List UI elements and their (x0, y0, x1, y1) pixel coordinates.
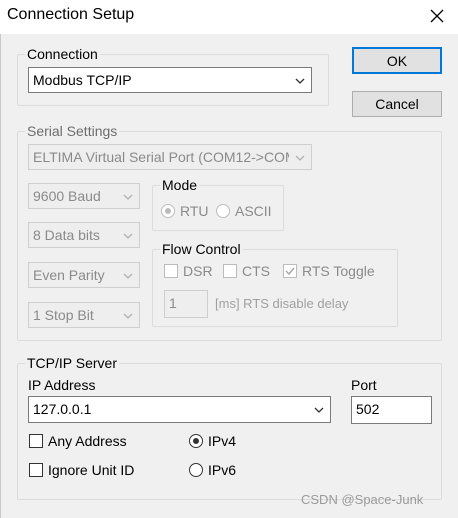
baud-rate-select[interactable]: 9600 Baud (28, 183, 140, 209)
stop-bits-select[interactable]: 1 Stop Bit (28, 302, 140, 328)
rtu-label: RTU (180, 203, 209, 219)
baud-rate-value: 9600 Baud (33, 188, 101, 204)
chevron-down-icon (123, 233, 133, 239)
close-button[interactable] (424, 3, 450, 29)
data-bits-select[interactable]: 8 Data bits (28, 222, 140, 248)
cancel-button-label: Cancel (375, 96, 419, 112)
rts-delay-input[interactable]: 1 (164, 290, 208, 318)
mode-legend: Mode (162, 177, 198, 193)
connection-type-value: Modbus TCP/IP (33, 72, 132, 88)
serial-port-select[interactable]: ELTIMA Virtual Serial Port (COM12->COM9 (28, 144, 312, 170)
cts-label: CTS (242, 263, 270, 279)
ascii-label: ASCII (235, 203, 272, 219)
ipv4-radio[interactable] (189, 434, 203, 448)
connection-legend: Connection (27, 46, 98, 62)
watermark-text: CSDN @Space-Junk (301, 492, 424, 507)
data-bits-value: 8 Data bits (33, 227, 100, 243)
ok-button[interactable]: OK (352, 47, 442, 74)
connection-type-select[interactable]: Modbus TCP/IP (28, 67, 312, 93)
ipv4-label: IPv4 (208, 433, 237, 449)
close-icon (430, 9, 444, 23)
cts-checkbox[interactable] (223, 264, 237, 278)
ignore-unit-id-label: Ignore Unit ID (48, 462, 135, 478)
parity-value: Even Parity (33, 267, 105, 283)
rtu-radio[interactable] (161, 204, 175, 218)
ok-button-label: OK (386, 52, 408, 69)
window-title: Connection Setup (7, 6, 135, 23)
chevron-down-icon (123, 273, 133, 279)
ignore-unit-id-checkbox[interactable] (29, 463, 43, 477)
chevron-down-icon (123, 194, 133, 200)
chevron-down-icon (314, 407, 324, 413)
rts-delay-label: [ms] RTS disable delay (215, 296, 349, 311)
dsr-checkbox[interactable] (164, 264, 178, 278)
dsr-label: DSR (183, 263, 213, 279)
checkmark-icon (285, 267, 295, 276)
ip-address-value: 127.0.0.1 (33, 401, 92, 417)
flow-control-legend: Flow Control (162, 241, 241, 257)
cancel-button[interactable]: Cancel (352, 91, 442, 117)
any-address-checkbox[interactable] (29, 434, 43, 448)
chevron-down-icon (295, 155, 305, 161)
ipv6-label: IPv6 (208, 462, 237, 478)
port-input[interactable]: 502 (351, 396, 432, 424)
parity-select[interactable]: Even Parity (28, 262, 140, 288)
ipv6-radio[interactable] (189, 463, 203, 477)
ip-address-combo[interactable]: 127.0.0.1 (28, 396, 331, 423)
tcp-ip-server-legend: TCP/IP Server (27, 355, 117, 371)
rts-toggle-label: RTS Toggle (302, 263, 375, 279)
radio-selected-dot (165, 208, 171, 214)
rts-toggle-checkbox[interactable] (283, 264, 297, 278)
serial-settings-legend: Serial Settings (27, 123, 118, 139)
any-address-label: Any Address (48, 433, 127, 449)
serial-port-value: ELTIMA Virtual Serial Port (COM12->COM9 (33, 149, 289, 165)
chevron-down-icon (123, 313, 133, 319)
port-value: 502 (356, 401, 380, 417)
radio-selected-dot (193, 438, 199, 444)
rts-delay-value: 1 (169, 295, 177, 311)
ascii-radio[interactable] (216, 204, 230, 218)
chevron-down-icon (295, 78, 305, 84)
stop-bits-value: 1 Stop Bit (33, 307, 94, 323)
port-label: Port (351, 377, 377, 393)
ip-address-label: IP Address (28, 377, 96, 393)
